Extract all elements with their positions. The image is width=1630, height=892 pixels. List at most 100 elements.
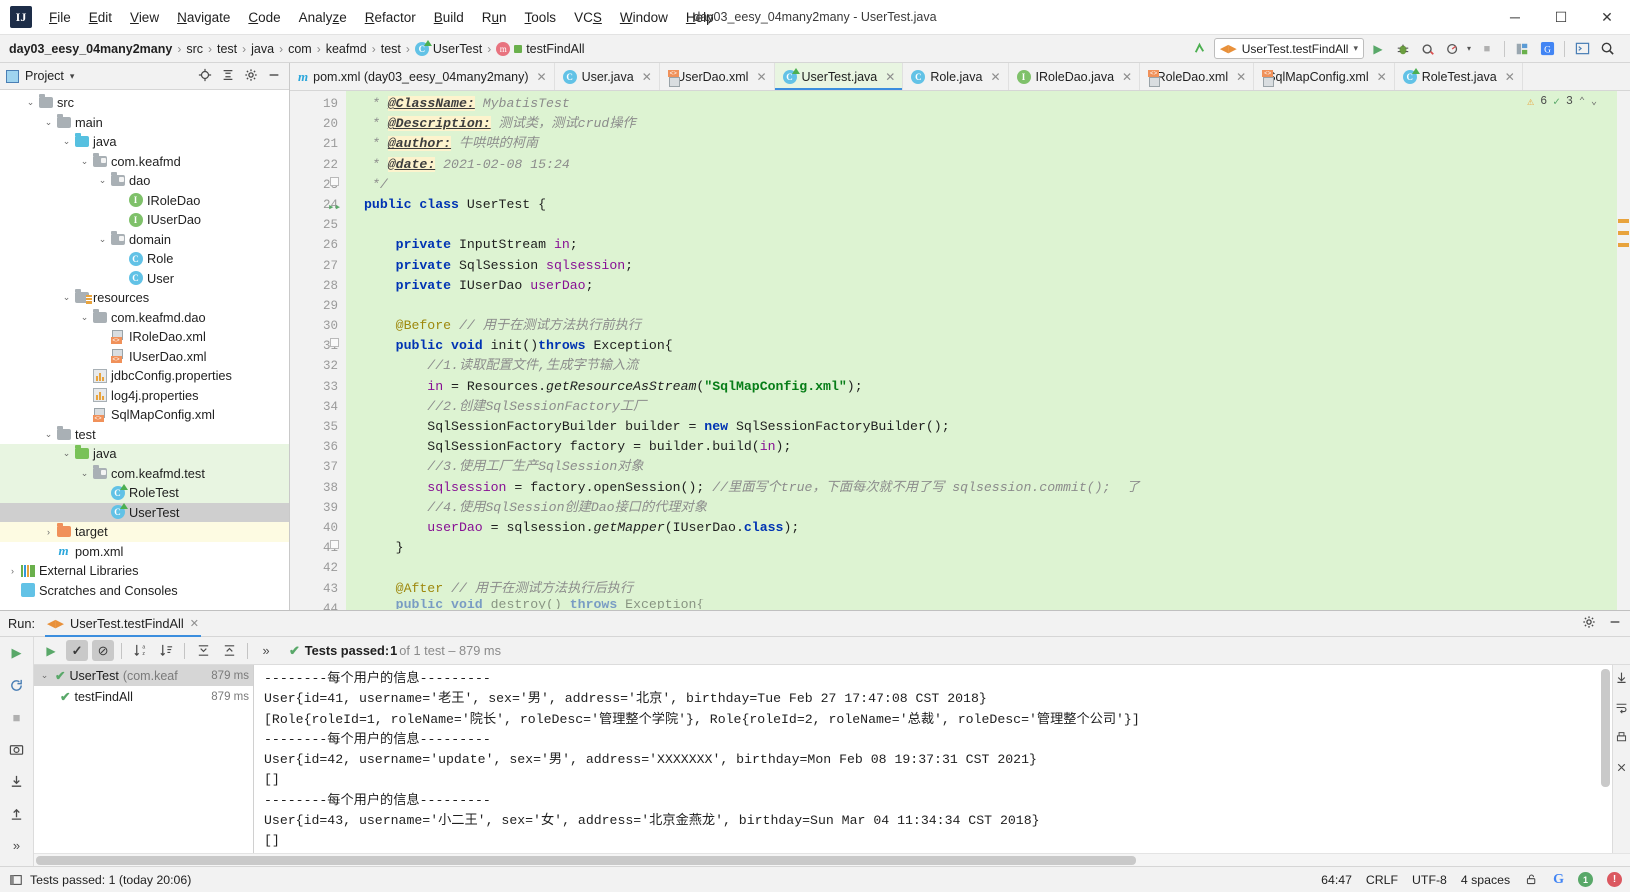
print-icon[interactable] (1615, 731, 1628, 747)
close-icon[interactable]: ✕ (1236, 70, 1246, 84)
gutter-line-27[interactable]: 27 (290, 256, 346, 276)
chevron-down-icon[interactable]: ⌄ (60, 292, 73, 303)
gutter-line-30[interactable]: 30 (290, 316, 346, 336)
tree-node-target[interactable]: › target (0, 522, 289, 542)
menu-edit[interactable]: Edit (80, 7, 121, 28)
menu-run[interactable]: Run (473, 7, 516, 28)
test-tree-row-usertest[interactable]: ⌄ ✔ UserTest (com.keaf 879 ms (34, 665, 253, 686)
gutter-line-28[interactable]: 28 (290, 276, 346, 296)
breadcrumb-keafmd[interactable]: keafmd (323, 41, 370, 57)
editor-tab-iuserdao-xml[interactable]: <> IUserDao.xml ✕ (660, 63, 775, 90)
gutter-line-20[interactable]: 20 (290, 114, 346, 134)
gutter-line-19[interactable]: 19 (290, 94, 346, 114)
tree-node-com-keafmd-dao[interactable]: ⌄ com.keafmd.dao (0, 308, 289, 328)
project-structure-icon[interactable] (1511, 38, 1533, 59)
gutter-line-43[interactable]: 43 (290, 579, 346, 599)
editor-tab-roletest-java[interactable]: C RoleTest.java ✕ (1395, 63, 1523, 90)
breadcrumb-testfindall[interactable]: m testFindAll (493, 41, 587, 57)
gutter-line-41[interactable]: 41 (290, 538, 346, 558)
gutter-line-35[interactable]: 35 (290, 417, 346, 437)
google-icon[interactable]: G (1553, 872, 1564, 888)
line-separator[interactable]: CRLF (1366, 873, 1398, 887)
tree-node-test[interactable]: ⌄ test (0, 425, 289, 445)
locate-icon[interactable] (198, 68, 212, 85)
scroll-to-end-icon[interactable] (1615, 671, 1628, 687)
close-icon[interactable]: ✕ (1122, 70, 1132, 84)
test-tree-row-testfindall[interactable]: ✔ testFindAll 879 ms (34, 686, 253, 707)
run-test-button[interactable]: ▶ (40, 640, 62, 661)
project-tree[interactable]: ⌄ src ⌄ main ⌄ java ⌄ com.keafmd ⌄ dao I IRoleDao I I… (0, 90, 289, 610)
debug-bug-icon[interactable] (1392, 38, 1414, 59)
tree-node-external-libraries[interactable]: › External Libraries (0, 561, 289, 581)
menu-vcs[interactable]: VCS (565, 7, 611, 28)
breadcrumb-test[interactable]: test (214, 41, 240, 57)
fold-end-icon[interactable] (330, 540, 339, 550)
chevron-down-icon[interactable]: ▾ (70, 71, 75, 82)
chevron-down-icon[interactable]: ⌄ (42, 429, 55, 440)
settings-gear-icon[interactable] (1582, 615, 1596, 632)
collapse-all-icon[interactable] (218, 640, 240, 661)
stripe-mark-warning[interactable] (1618, 231, 1629, 235)
gutter-line-38[interactable]: 38 (290, 478, 346, 498)
gutter-line-36[interactable]: 36 (290, 437, 346, 457)
close-icon[interactable]: ✕ (1505, 70, 1515, 84)
tree-node-role[interactable]: C Role (0, 249, 289, 269)
close-button[interactable]: ✕ (1584, 0, 1630, 35)
menu-window[interactable]: Window (611, 7, 677, 28)
breadcrumb-project[interactable]: day03_eesy_04many2many (6, 41, 175, 57)
editor-tab-pom-xml-day03-eesy-04many2many-[interactable]: m pom.xml (day03_eesy_04many2many) ✕ (290, 63, 555, 90)
camera-icon[interactable] (7, 740, 27, 758)
chevron-down-icon[interactable]: ⌄ (38, 670, 51, 681)
sort-alphabetically-icon[interactable]: az (129, 640, 151, 661)
chevron-down-icon[interactable]: ▾ (1467, 44, 1473, 53)
editor-code[interactable]: * @ClassName: MybatisTest * @Description… (346, 91, 1617, 610)
scrollbar-thumb[interactable] (1601, 669, 1610, 787)
tree-node-java[interactable]: ⌄ java (0, 132, 289, 152)
close-icon[interactable]: ✕ (190, 617, 199, 630)
caret-position[interactable]: 64:47 (1321, 873, 1352, 887)
chevron-down-icon[interactable]: ⌄ (78, 468, 91, 479)
gutter-line-25[interactable]: 25 (290, 215, 346, 235)
file-encoding[interactable]: UTF-8 (1412, 873, 1447, 887)
close-icon[interactable]: ✕ (756, 70, 766, 84)
close-icon[interactable]: ✕ (1377, 70, 1387, 84)
chevron-down-icon[interactable]: ⌄ (42, 117, 55, 128)
gutter-line-26[interactable]: 26 (290, 235, 346, 255)
test-tree[interactable]: ⌄ ✔ UserTest (com.keaf 879 ms ✔ testFind… (34, 665, 254, 853)
run-button[interactable]: ▶ (1367, 38, 1389, 59)
tree-node-sqlmapconfig-xml[interactable]: <> SqlMapConfig.xml (0, 405, 289, 425)
gutter-line-23[interactable]: 23 (290, 175, 346, 195)
expand-all-icon[interactable] (192, 640, 214, 661)
breadcrumb-src[interactable]: src (183, 41, 206, 57)
sort-by-duration-icon[interactable] (155, 640, 177, 661)
console-horizontal-scrollbar[interactable] (34, 853, 1630, 866)
rerun-icon[interactable]: ▶ (7, 644, 27, 662)
tree-node-log4j-properties[interactable]: log4j.properties (0, 386, 289, 406)
gutter-line-21[interactable]: 21 (290, 134, 346, 154)
search-everywhere-icon[interactable] (1596, 38, 1618, 59)
gutter-line-29[interactable]: 29 (290, 296, 346, 316)
close-icon[interactable]: ✕ (537, 70, 547, 84)
tree-node-iroledao[interactable]: I IRoleDao (0, 191, 289, 211)
soft-wrap-icon[interactable] (1615, 701, 1628, 717)
gutter-line-31[interactable]: 31 (290, 336, 346, 356)
maximize-button[interactable]: ☐ (1538, 0, 1584, 35)
stripe-mark-warning[interactable] (1618, 219, 1629, 223)
menu-help[interactable]: Help (677, 7, 723, 28)
gutter-line-42[interactable]: 42 (290, 558, 346, 578)
hide-icon[interactable] (1608, 615, 1622, 632)
show-ignored-toggle[interactable]: ⊘ (92, 640, 114, 661)
terminal-icon[interactable] (1571, 38, 1593, 59)
tree-node-usertest[interactable]: C UserTest (0, 502, 289, 522)
menu-refactor[interactable]: Refactor (356, 7, 425, 28)
run-configuration-selector[interactable]: ◀▶ UserTest.testFindAll ▾ (1213, 38, 1364, 59)
export-icon[interactable] (7, 772, 27, 790)
tree-node-iuserdao-xml[interactable]: <> IUserDao.xml (0, 347, 289, 367)
chevron-down-icon[interactable]: ⌄ (78, 156, 91, 167)
editor-viewport[interactable]: 1920212223▸▸2425262728293031323334353637… (290, 91, 1630, 610)
editor-gutter[interactable]: 19 20 21 22 23▸▸24 25 26 27 28 29 30 31 32 33 34 35 36 37… (290, 91, 346, 610)
tree-node-scratches-and-consoles[interactable]: Scratches and Consoles (0, 581, 289, 601)
fold-start-icon[interactable] (330, 338, 339, 348)
tree-node-iuserdao[interactable]: I IUserDao (0, 210, 289, 230)
chevron-down-icon[interactable]: ⌄ (60, 136, 73, 147)
